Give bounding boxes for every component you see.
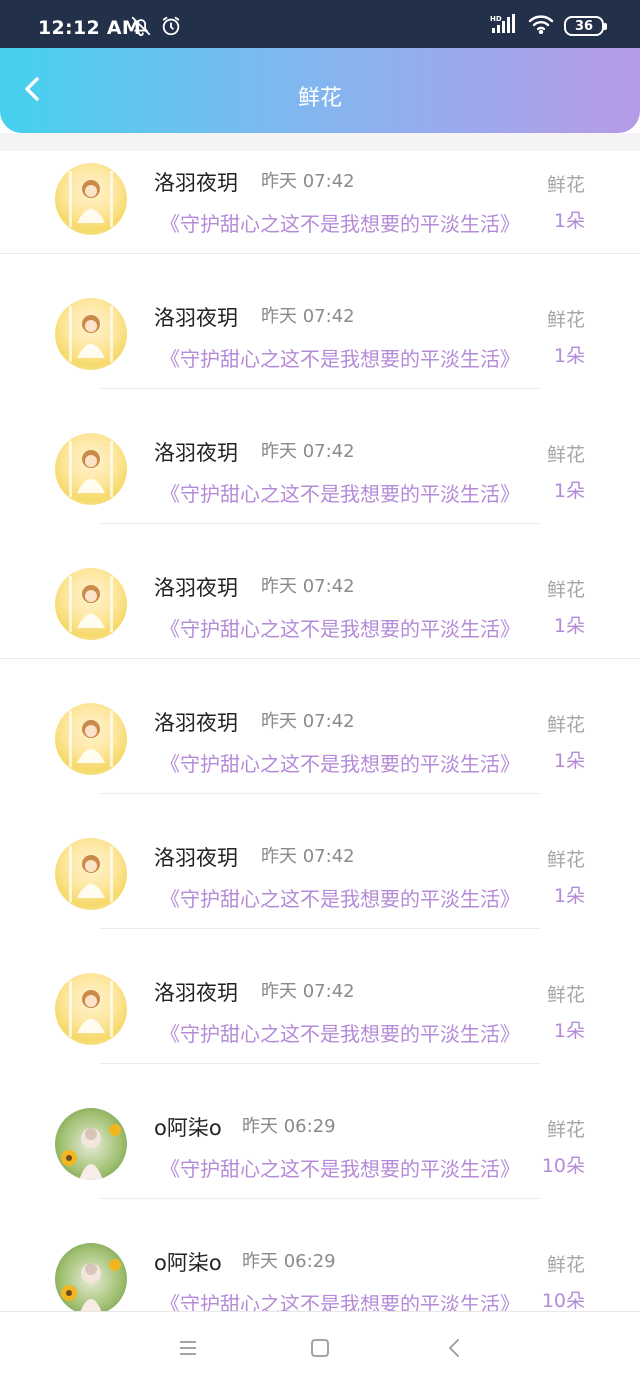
gift-count: 1朵: [553, 885, 585, 907]
user-name: 洛羽夜玥: [154, 171, 238, 195]
gift-type: 鲜花: [546, 444, 585, 466]
gift-time: 昨天 06:29: [242, 1116, 336, 1137]
menu-icon[interactable]: [178, 1338, 198, 1362]
user-name: 洛羽夜玥: [154, 576, 238, 600]
gift-time: 昨天 07:42: [261, 846, 355, 867]
status-bar: 12:12 AM HD 36: [0, 0, 640, 48]
book-title[interactable]: 《守护甜心之这不是我想要的平淡生活》: [160, 883, 532, 912]
gift-type: 鲜花: [546, 1119, 585, 1141]
user-avatar[interactable]: [55, 703, 127, 775]
row-divider: [0, 253, 640, 254]
gift-type: 鲜花: [546, 1254, 585, 1276]
gift-count: 1朵: [553, 750, 585, 772]
book-title[interactable]: 《守护甜心之这不是我想要的平淡生活》: [160, 613, 532, 642]
gift-type: 鲜花: [546, 849, 585, 871]
flower-list[interactable]: 洛羽夜玥 昨天 07:42 《守护甜心之这不是我想要的平淡生活》 鲜花 1朵 洛…: [0, 151, 640, 1311]
gift-count: 1朵: [553, 615, 585, 637]
list-item[interactable]: 洛羽夜玥 昨天 07:42 《守护甜心之这不是我想要的平淡生活》 鲜花 1朵: [0, 691, 640, 826]
user-avatar[interactable]: [55, 1243, 127, 1311]
gift-type: 鲜花: [546, 174, 585, 196]
book-title[interactable]: 《守护甜心之这不是我想要的平淡生活》: [160, 1153, 532, 1182]
gift-type: 鲜花: [546, 714, 585, 736]
gift-count: 1朵: [553, 480, 585, 502]
gift-time: 昨天 07:42: [261, 981, 355, 1002]
book-title[interactable]: 《守护甜心之这不是我想要的平淡生活》: [160, 748, 532, 777]
gift-type: 鲜花: [546, 579, 585, 601]
gift-time: 昨天 07:42: [261, 711, 355, 732]
list-item[interactable]: o阿柒o 昨天 06:29 《守护甜心之这不是我想要的平淡生活》 鲜花 10朵: [0, 1096, 640, 1231]
book-title[interactable]: 《守护甜心之这不是我想要的平淡生活》: [160, 208, 532, 237]
row-divider: [100, 928, 540, 929]
screen: 12:12 AM HD 36 鲜花 洛羽夜玥 昨天 07:42 《守护甜心之这不…: [0, 0, 640, 1387]
header-separator: [0, 133, 640, 151]
user-name: o阿柒o: [154, 1251, 222, 1275]
list-item[interactable]: 洛羽夜玥 昨天 07:42 《守护甜心之这不是我想要的平淡生活》 鲜花 1朵: [0, 826, 640, 961]
row-divider: [100, 523, 540, 524]
status-time: 12:12 AM: [38, 17, 142, 39]
list-item[interactable]: 洛羽夜玥 昨天 07:42 《守护甜心之这不是我想要的平淡生活》 鲜花 1朵: [0, 421, 640, 556]
list-item[interactable]: 洛羽夜玥 昨天 07:42 《守护甜心之这不是我想要的平淡生活》 鲜花 1朵: [0, 556, 640, 691]
svg-text:HD: HD: [490, 15, 502, 23]
user-name: o阿柒o: [154, 1116, 222, 1140]
row-divider: [100, 388, 540, 389]
gift-count: 10朵: [541, 1155, 585, 1177]
alarm-icon: [160, 15, 182, 41]
book-title[interactable]: 《守护甜心之这不是我想要的平淡生活》: [160, 478, 532, 507]
user-avatar[interactable]: [55, 163, 127, 235]
book-title[interactable]: 《守护甜心之这不是我想要的平淡生活》: [160, 1018, 532, 1047]
user-name: 洛羽夜玥: [154, 846, 238, 870]
user-name: 洛羽夜玥: [154, 711, 238, 735]
status-right-group: HD 36: [490, 14, 607, 38]
row-divider: [100, 1198, 540, 1199]
gift-time: 昨天 07:42: [261, 171, 355, 192]
gift-count: 1朵: [553, 210, 585, 232]
hd-signal-icon: HD: [490, 14, 518, 38]
list-item[interactable]: 洛羽夜玥 昨天 07:42 《守护甜心之这不是我想要的平淡生活》 鲜花 1朵: [0, 151, 640, 286]
row-divider: [100, 1063, 540, 1064]
row-divider: [0, 658, 640, 659]
row-divider: [100, 793, 540, 794]
gift-count: 1朵: [553, 345, 585, 367]
book-title[interactable]: 《守护甜心之这不是我想要的平淡生活》: [160, 343, 532, 372]
user-name: 洛羽夜玥: [154, 981, 238, 1005]
user-avatar[interactable]: [55, 1108, 127, 1180]
bell-off-icon: [130, 15, 152, 41]
gift-time: 昨天 07:42: [261, 306, 355, 327]
user-avatar[interactable]: [55, 298, 127, 370]
user-name: 洛羽夜玥: [154, 441, 238, 465]
gift-count: 1朵: [553, 1020, 585, 1042]
gift-type: 鲜花: [546, 984, 585, 1006]
home-square-icon[interactable]: [310, 1338, 330, 1362]
battery-icon: 36: [564, 16, 607, 36]
page-title: 鲜花: [297, 86, 342, 111]
book-title[interactable]: 《守护甜心之这不是我想要的平淡生活》: [160, 1288, 532, 1311]
user-name: 洛羽夜玥: [154, 306, 238, 330]
gift-type: 鲜花: [546, 309, 585, 331]
user-avatar[interactable]: [55, 973, 127, 1045]
battery-level: 36: [574, 18, 594, 34]
gift-time: 昨天 07:42: [261, 441, 355, 462]
header-bar: 鲜花: [0, 48, 640, 133]
list-item[interactable]: 洛羽夜玥 昨天 07:42 《守护甜心之这不是我想要的平淡生活》 鲜花 1朵: [0, 961, 640, 1096]
gift-time: 昨天 07:42: [261, 576, 355, 597]
list-item[interactable]: o阿柒o 昨天 06:29 《守护甜心之这不是我想要的平淡生活》 鲜花 10朵: [0, 1231, 640, 1311]
user-avatar[interactable]: [55, 433, 127, 505]
wifi-icon: [528, 14, 554, 38]
user-avatar[interactable]: [55, 838, 127, 910]
gift-count: 10朵: [541, 1290, 585, 1311]
user-avatar[interactable]: [55, 568, 127, 640]
list-item[interactable]: 洛羽夜玥 昨天 07:42 《守护甜心之这不是我想要的平淡生活》 鲜花 1朵: [0, 286, 640, 421]
back-triangle-icon[interactable]: [446, 1338, 462, 1362]
system-nav-bar: [0, 1311, 640, 1387]
gift-time: 昨天 06:29: [242, 1251, 336, 1272]
